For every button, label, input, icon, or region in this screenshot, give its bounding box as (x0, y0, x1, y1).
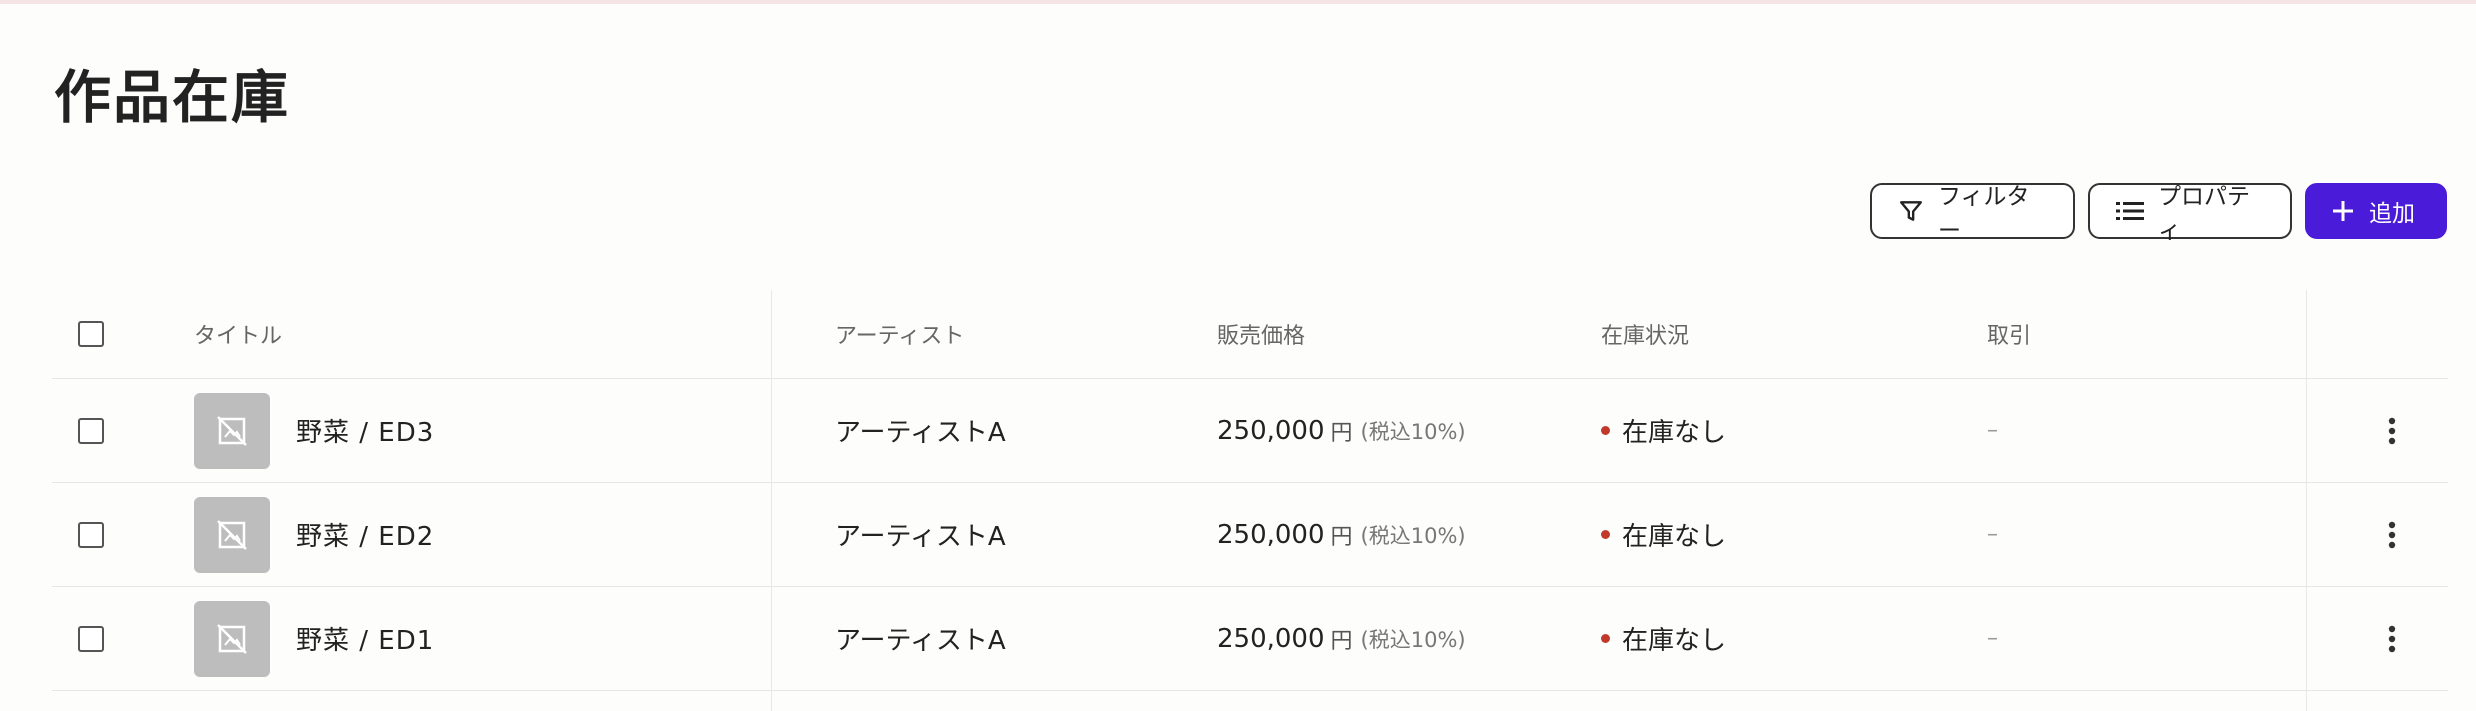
column-divider (771, 691, 772, 711)
price-currency: 円 (1330, 420, 1353, 446)
artwork-title[interactable]: 野菜 / ED3 (296, 412, 434, 449)
filter-button-label: フィルター (1938, 184, 2030, 244)
top-accent-line (0, 0, 2476, 4)
column-divider (2306, 379, 2307, 482)
no-image-icon (194, 600, 270, 677)
filter-icon (1898, 198, 1924, 224)
column-divider (2306, 587, 2307, 690)
column-divider (2306, 483, 2307, 586)
more-actions-icon[interactable] (2362, 379, 2422, 482)
price-value: 250,000 (1217, 415, 1325, 446)
price-value: 250,000 (1217, 623, 1325, 654)
column-header-price[interactable]: 販売価格 (1217, 290, 1305, 378)
price-value: 250,000 (1217, 519, 1325, 550)
row-checkbox[interactable] (78, 417, 104, 444)
price-currency: 円 (1330, 524, 1353, 550)
table-row[interactable]: 野菜 / ED2 アーティストA 250,000 円 (税込10%) 在庫なし … (52, 483, 2448, 587)
table-header-row: タイトル アーティスト 販売価格 在庫状況 取引 (52, 290, 2448, 379)
filter-button[interactable]: フィルター (1870, 183, 2075, 244)
artist-name: アーティストA (835, 522, 1006, 552)
status-dot (1601, 634, 1610, 643)
price-tax-note: (税込10%) (1360, 523, 1466, 548)
stock-status: 在庫なし (1622, 522, 1727, 552)
table-row[interactable]: 野菜 / ED1 アーティストA 250,000 円 (税込10%) 在庫なし … (52, 587, 2448, 691)
artwork-title[interactable]: 野菜 / ED1 (296, 620, 434, 657)
column-divider (2306, 290, 2307, 378)
no-image-icon (194, 392, 270, 469)
more-actions-icon[interactable] (2362, 483, 2422, 586)
plus-icon (2331, 199, 2355, 223)
price-currency: 円 (1330, 628, 1353, 654)
price-tax-note: (税込10%) (1360, 627, 1466, 652)
select-all-checkbox[interactable] (78, 321, 104, 347)
stock-status: 在庫なし (1622, 418, 1727, 448)
add-button-label: 追加 (2369, 201, 2415, 227)
properties-button[interactable]: プロパティ (2088, 183, 2292, 244)
table-row-partial (52, 691, 2448, 711)
column-header-stock[interactable]: 在庫状況 (1601, 290, 1689, 378)
row-checkbox[interactable] (78, 521, 104, 548)
no-image-icon (194, 496, 270, 573)
properties-button-label: プロパティ (2158, 184, 2250, 244)
column-divider (771, 587, 772, 690)
row-checkbox[interactable] (78, 625, 104, 652)
column-divider (771, 483, 772, 586)
add-button[interactable]: 追加 (2305, 183, 2447, 239)
status-dot (1601, 426, 1610, 435)
page-title: 作品在庫 (54, 65, 290, 131)
column-divider (771, 290, 772, 378)
stock-status: 在庫なし (1622, 626, 1727, 656)
list-icon (2116, 200, 2144, 222)
column-header-artist[interactable]: アーティスト (835, 290, 964, 378)
inventory-table: タイトル アーティスト 販売価格 在庫状況 取引 野菜 / ED3 アーティスト… (52, 290, 2448, 711)
artist-name: アーティストA (835, 418, 1006, 448)
deal-value: – (1987, 418, 1998, 443)
artist-name: アーティストA (835, 626, 1006, 656)
column-divider (771, 379, 772, 482)
price-tax-note: (税込10%) (1360, 419, 1466, 444)
column-header-title[interactable]: タイトル (194, 290, 282, 378)
status-dot (1601, 530, 1610, 539)
deal-value: – (1987, 626, 1998, 651)
toolbar: フィルター プロパティ 追加 (1870, 183, 2447, 244)
deal-value: – (1987, 522, 1998, 547)
table-row[interactable]: 野菜 / ED3 アーティストA 250,000 円 (税込10%) 在庫なし … (52, 379, 2448, 483)
more-actions-icon[interactable] (2362, 587, 2422, 690)
column-divider (2306, 691, 2307, 711)
column-header-deal[interactable]: 取引 (1987, 290, 2031, 378)
artwork-title[interactable]: 野菜 / ED2 (296, 516, 434, 553)
